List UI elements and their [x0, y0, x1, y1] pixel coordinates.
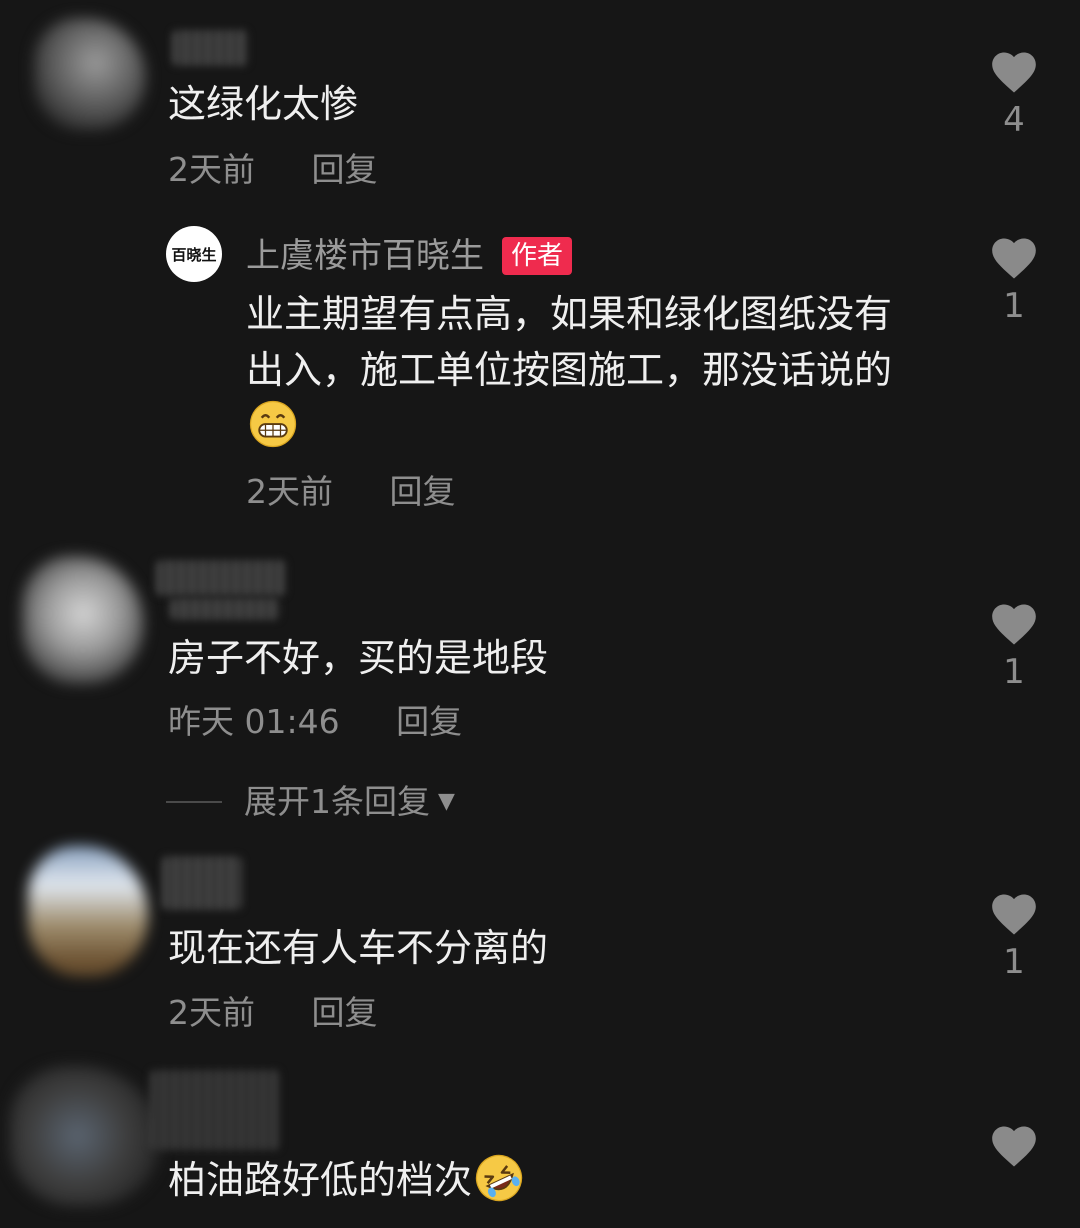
reply-text: 业主期望有点高，如果和绿化图纸没有出入，施工单位按图施工，那没话说的 [246, 286, 926, 454]
author-name-row: 上虞楼市百晓生 作者 [246, 234, 573, 278]
avatar[interactable] [34, 18, 146, 130]
reply-text-body: 业主期望有点高，如果和绿化图纸没有出入，施工单位按图施工，那没话说的 [246, 292, 893, 392]
expand-replies-button[interactable]: 展开1条回复 ▼ [166, 782, 455, 822]
avatar[interactable] [28, 846, 148, 976]
comment-meta: 2天前 回复 [168, 993, 378, 1033]
comment-list: 这绿化太惨 2天前 回复 4 百晓生 上虞楼市百晓生 作者 业主期望有点高，如果和… [0, 0, 1080, 1228]
caret-down-icon: ▼ [438, 789, 455, 814]
comment-text: 这绿化太惨 [168, 82, 359, 126]
avatar[interactable] [10, 1066, 160, 1206]
heart-icon[interactable] [987, 232, 1041, 280]
like-button[interactable]: 1 [984, 598, 1044, 692]
comment-text-body: 柏油路好低的档次 [168, 1158, 473, 1202]
author-avatar[interactable]: 百晓生 [166, 226, 222, 282]
author-avatar-text: 百晓生 [171, 245, 217, 264]
comment-meta: 2天前 回复 [168, 150, 378, 190]
like-button[interactable] [984, 1120, 1044, 1168]
like-count: 1 [1003, 942, 1025, 982]
comment-text: 房子不好，买的是地段 [168, 636, 549, 680]
comment-time: 昨天 01:46 [168, 702, 340, 741]
reply-button[interactable]: 回复 [390, 472, 456, 512]
reply-button[interactable]: 回复 [312, 150, 378, 190]
heart-icon[interactable] [987, 888, 1041, 936]
comment-time: 2天前 [168, 150, 255, 189]
username-blurred[interactable] [162, 856, 242, 910]
heart-icon[interactable] [987, 1120, 1041, 1168]
reply-time: 2天前 [246, 472, 333, 511]
like-count: 1 [1003, 652, 1025, 692]
comment-meta: 昨天 01:46 回复 [168, 702, 462, 742]
comment-text: 现在还有人车不分离的 [168, 926, 549, 970]
expand-replies-label[interactable]: 展开1条回复 [244, 782, 430, 822]
avatar[interactable] [22, 556, 144, 684]
comment-text: 柏油路好低的档次 [168, 1152, 524, 1208]
grinning-face-emoji [249, 400, 297, 448]
reply-meta: 2天前 回复 [246, 472, 456, 512]
author-badge: 作者 [502, 237, 573, 275]
like-count: 4 [1003, 100, 1025, 140]
username-blurred[interactable] [150, 1070, 280, 1150]
divider [166, 801, 222, 803]
comment-time: 2天前 [168, 993, 255, 1032]
rolling-on-the-floor-laughing-emoji [475, 1154, 523, 1202]
heart-icon[interactable] [987, 598, 1041, 646]
username-blurred[interactable] [156, 560, 286, 596]
username-blurred [170, 598, 280, 620]
like-count: 1 [1003, 286, 1025, 326]
username-blurred[interactable] [172, 30, 248, 66]
author-name[interactable]: 上虞楼市百晓生 [246, 236, 484, 276]
like-button[interactable]: 4 [984, 46, 1044, 140]
reply-button[interactable]: 回复 [396, 702, 462, 742]
reply-button[interactable]: 回复 [312, 993, 378, 1033]
heart-icon[interactable] [987, 46, 1041, 94]
like-button[interactable]: 1 [984, 888, 1044, 982]
like-button[interactable]: 1 [984, 232, 1044, 326]
